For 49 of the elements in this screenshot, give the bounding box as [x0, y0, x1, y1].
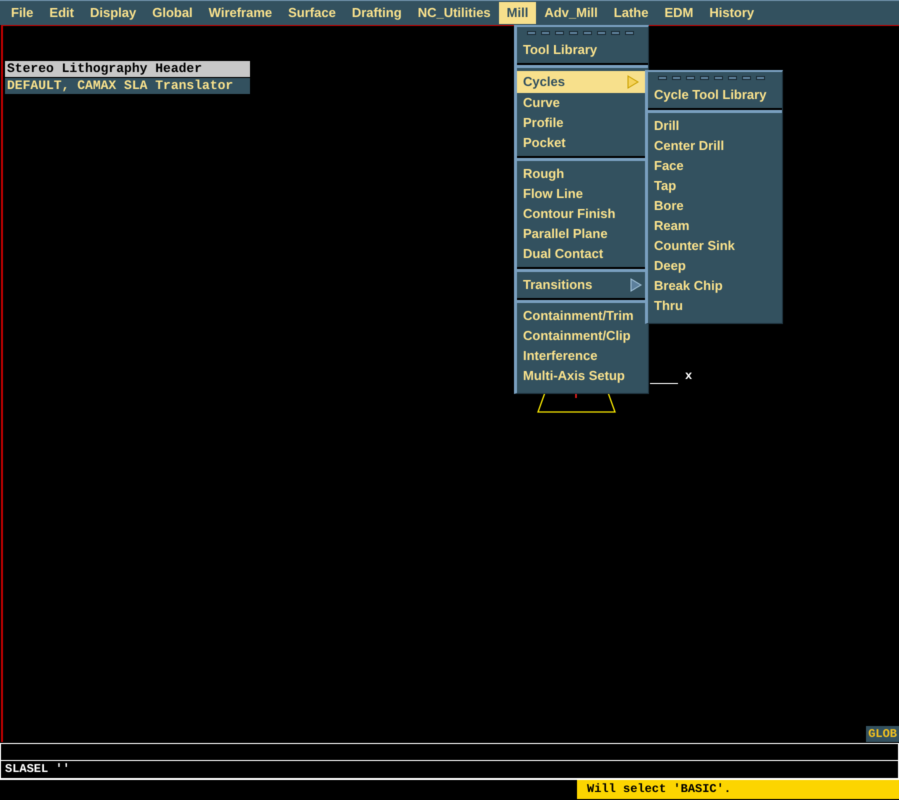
menu-item[interactable]: Profile — [517, 113, 648, 133]
menu-item[interactable]: Center Drill — [648, 136, 782, 156]
menu-item[interactable]: Lathe — [606, 2, 656, 24]
menu-item[interactable]: Curve — [517, 93, 648, 113]
menu-item[interactable]: NC_Utilities — [410, 2, 499, 24]
menu-item[interactable]: Tap — [648, 176, 782, 196]
menu-item[interactable]: Transitions — [517, 275, 648, 295]
menu-item[interactable]: Containment/Trim — [517, 306, 648, 326]
submenu-arrow-icon — [627, 75, 639, 89]
menu-item[interactable]: Flow Line — [517, 184, 648, 204]
panel-title: Stereo Lithography Header — [5, 61, 250, 77]
menu-item[interactable]: Mill — [498, 2, 536, 24]
menu-item[interactable]: Containment/Clip — [517, 326, 648, 346]
menu-item[interactable]: Surface — [280, 2, 344, 24]
menu-item[interactable]: Drill — [648, 116, 782, 136]
menu-item[interactable]: Break Chip — [648, 276, 782, 296]
menu-item[interactable]: Interference — [517, 346, 648, 366]
menu-item[interactable]: Pocket — [517, 133, 648, 153]
command-input-field[interactable] — [0, 743, 899, 761]
menu-item[interactable]: Cycles — [517, 71, 645, 93]
menu-item[interactable]: History — [701, 2, 762, 24]
menu-item[interactable]: File — [3, 2, 42, 24]
menu-item[interactable]: Thru — [648, 296, 782, 316]
menu-item[interactable]: Deep — [648, 256, 782, 276]
menu-item[interactable]: Multi-Axis Setup — [517, 366, 648, 386]
menu-item[interactable]: Adv_Mill — [536, 2, 606, 24]
menu-item[interactable]: Counter Sink — [648, 236, 782, 256]
status-message: Will select 'BASIC'. — [577, 780, 899, 799]
menu-item[interactable]: Drafting — [344, 2, 410, 24]
panel-value[interactable]: DEFAULT, CAMAX SLA Translator — [5, 78, 250, 94]
menu-item[interactable]: Dual Contact — [517, 244, 648, 264]
submenu-arrow-icon — [630, 278, 642, 292]
menu-item[interactable]: Global — [144, 2, 201, 24]
command-echo: SLASEL '' — [0, 761, 899, 779]
axis-label: x — [685, 369, 692, 383]
menu-item[interactable]: Cycle Tool Library — [648, 85, 782, 105]
menu-item[interactable]: EDM — [656, 2, 702, 24]
menu-item[interactable]: Rough — [517, 164, 648, 184]
mode-badge: GLOB — [866, 726, 899, 742]
axis-line — [650, 383, 678, 384]
menu-item[interactable]: Display — [82, 2, 144, 24]
menu-item[interactable]: Face — [648, 156, 782, 176]
menu-item[interactable]: Ream — [648, 216, 782, 236]
menu-item[interactable]: Bore — [648, 196, 782, 216]
menu-item[interactable]: Contour Finish — [517, 204, 648, 224]
menu-item[interactable]: Tool Library — [517, 40, 648, 60]
menu-item[interactable]: Wireframe — [200, 2, 280, 24]
menu-item[interactable]: Parallel Plane — [517, 224, 648, 244]
menu-item[interactable]: Edit — [41, 2, 82, 24]
